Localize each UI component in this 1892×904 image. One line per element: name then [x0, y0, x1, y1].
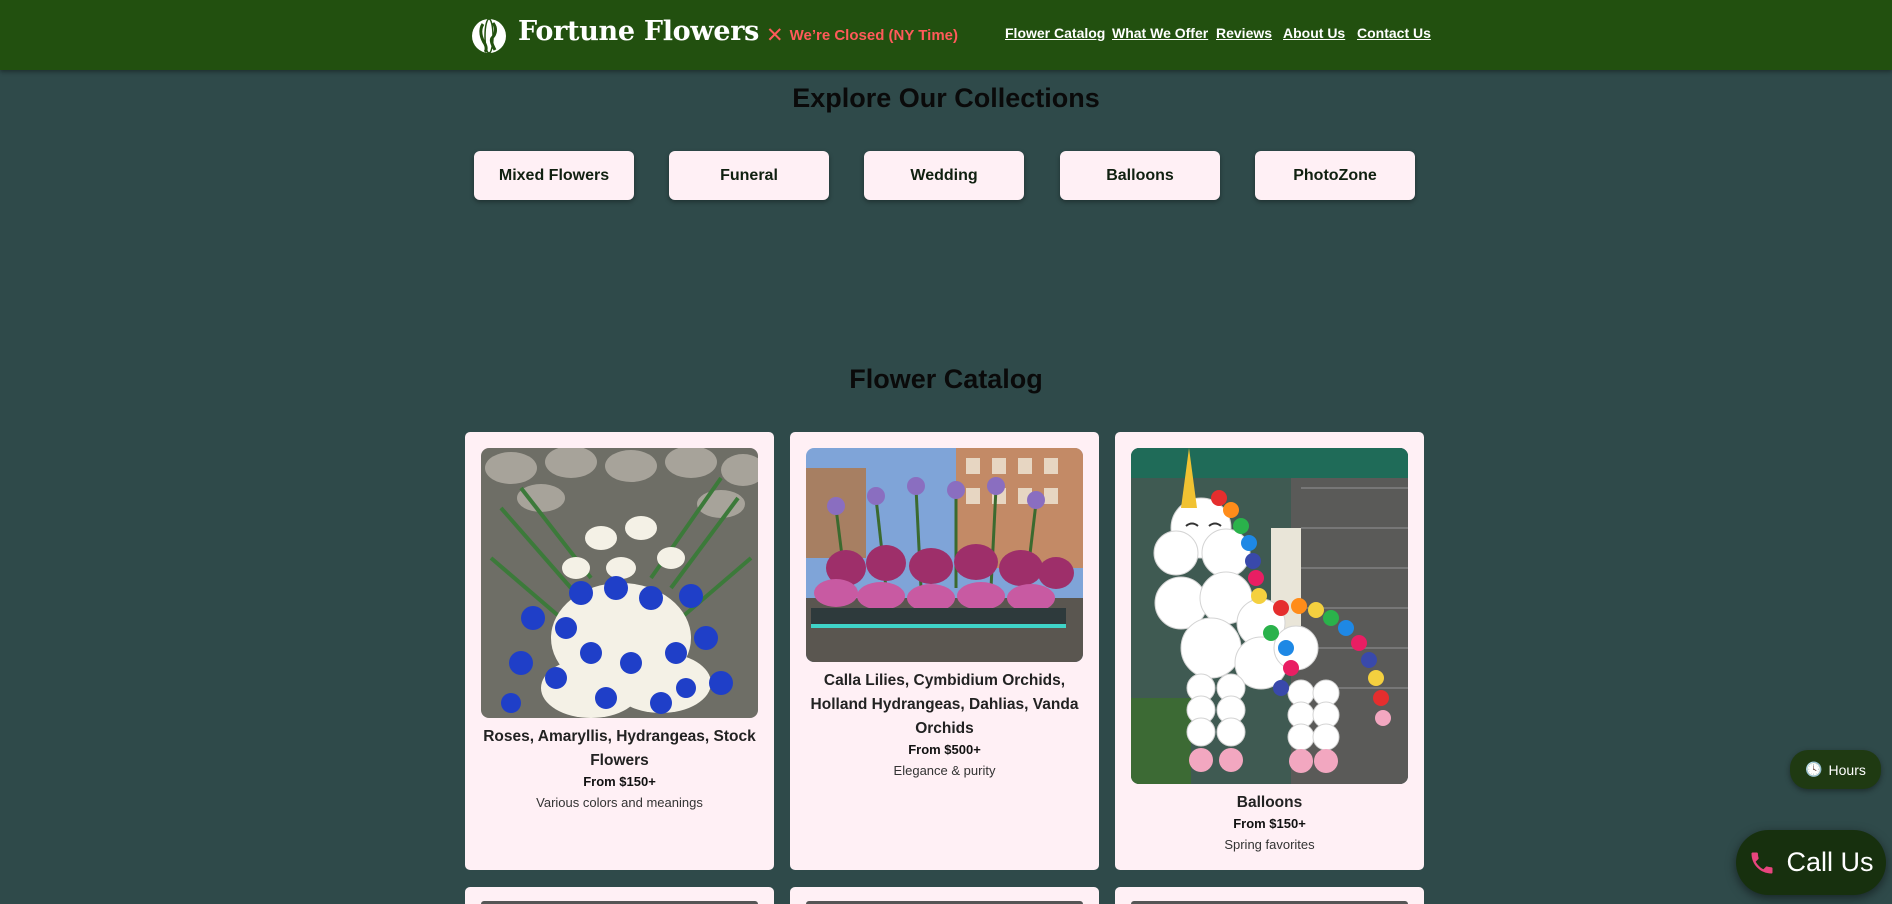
call-us-button[interactable]: Call Us — [1736, 830, 1886, 895]
collection-balloons-button[interactable]: Balloons — [1060, 151, 1220, 200]
product-photo[interactable] — [481, 448, 758, 718]
collection-wedding-button[interactable]: Wedding — [864, 151, 1024, 200]
card-price: From $150+ — [1233, 816, 1306, 831]
card-price: From $150+ — [583, 774, 656, 789]
hours-label: Hours — [1828, 761, 1866, 778]
product-photo[interactable] — [806, 448, 1083, 662]
card-description: Various colors and meanings — [536, 795, 703, 810]
globe-logo-icon[interactable] — [471, 18, 507, 54]
close-x-icon: ✕ — [766, 23, 784, 47]
nav-what-we-offer[interactable]: What We Offer — [1112, 25, 1208, 41]
collection-mixed-flowers-button[interactable]: Mixed Flowers — [474, 151, 634, 200]
catalog-heading: Flower Catalog — [849, 364, 1043, 394]
nav-contact-us[interactable]: Contact Us — [1357, 25, 1431, 41]
clock-icon: 🕓 — [1805, 761, 1823, 777]
collection-photozone-button[interactable]: PhotoZone — [1255, 151, 1415, 200]
card-title: Calla Lilies, Cymbidium Orchids, Holland… — [810, 672, 1079, 737]
catalog-card[interactable]: Calla Lilies, Cymbidium Orchids, Holland… — [790, 432, 1099, 870]
product-photo[interactable] — [1131, 448, 1408, 784]
catalog-card[interactable]: Balloons From $150+ Spring favorites — [1115, 432, 1424, 870]
catalog-card[interactable] — [790, 887, 1099, 904]
catalog-card[interactable]: Roses, Amaryllis, Hydrangeas, Stock Flow… — [465, 432, 774, 870]
card-title: Balloons — [1236, 794, 1303, 811]
hours-button[interactable]: 🕓 Hours — [1790, 750, 1881, 789]
collection-funeral-button[interactable]: Funeral — [669, 151, 829, 200]
nav-reviews[interactable]: Reviews — [1216, 25, 1272, 41]
card-price: From $500+ — [908, 742, 981, 757]
store-status-text: We’re Closed (NY Time) — [789, 27, 958, 44]
collections-heading: Explore Our Collections — [792, 83, 1100, 113]
phone-icon — [1751, 852, 1773, 873]
call-us-label: Call Us — [1786, 847, 1874, 877]
top-navigation-bar: Fortune Flowers ✕ We’re Closed (NY Time)… — [0, 0, 1892, 70]
catalog-card[interactable] — [1115, 887, 1424, 904]
catalog-card[interactable] — [465, 887, 774, 904]
card-description: Spring favorites — [1224, 837, 1315, 852]
store-status: ✕ We’re Closed (NY Time) — [766, 23, 958, 47]
card-title: Roses, Amaryllis, Hydrangeas, Stock Flow… — [483, 728, 756, 769]
nav-flower-catalog[interactable]: Flower Catalog — [1005, 25, 1105, 41]
card-description: Elegance & purity — [893, 763, 996, 778]
nav-about-us[interactable]: About Us — [1283, 25, 1345, 41]
brand-name[interactable]: Fortune Flowers — [518, 16, 759, 47]
